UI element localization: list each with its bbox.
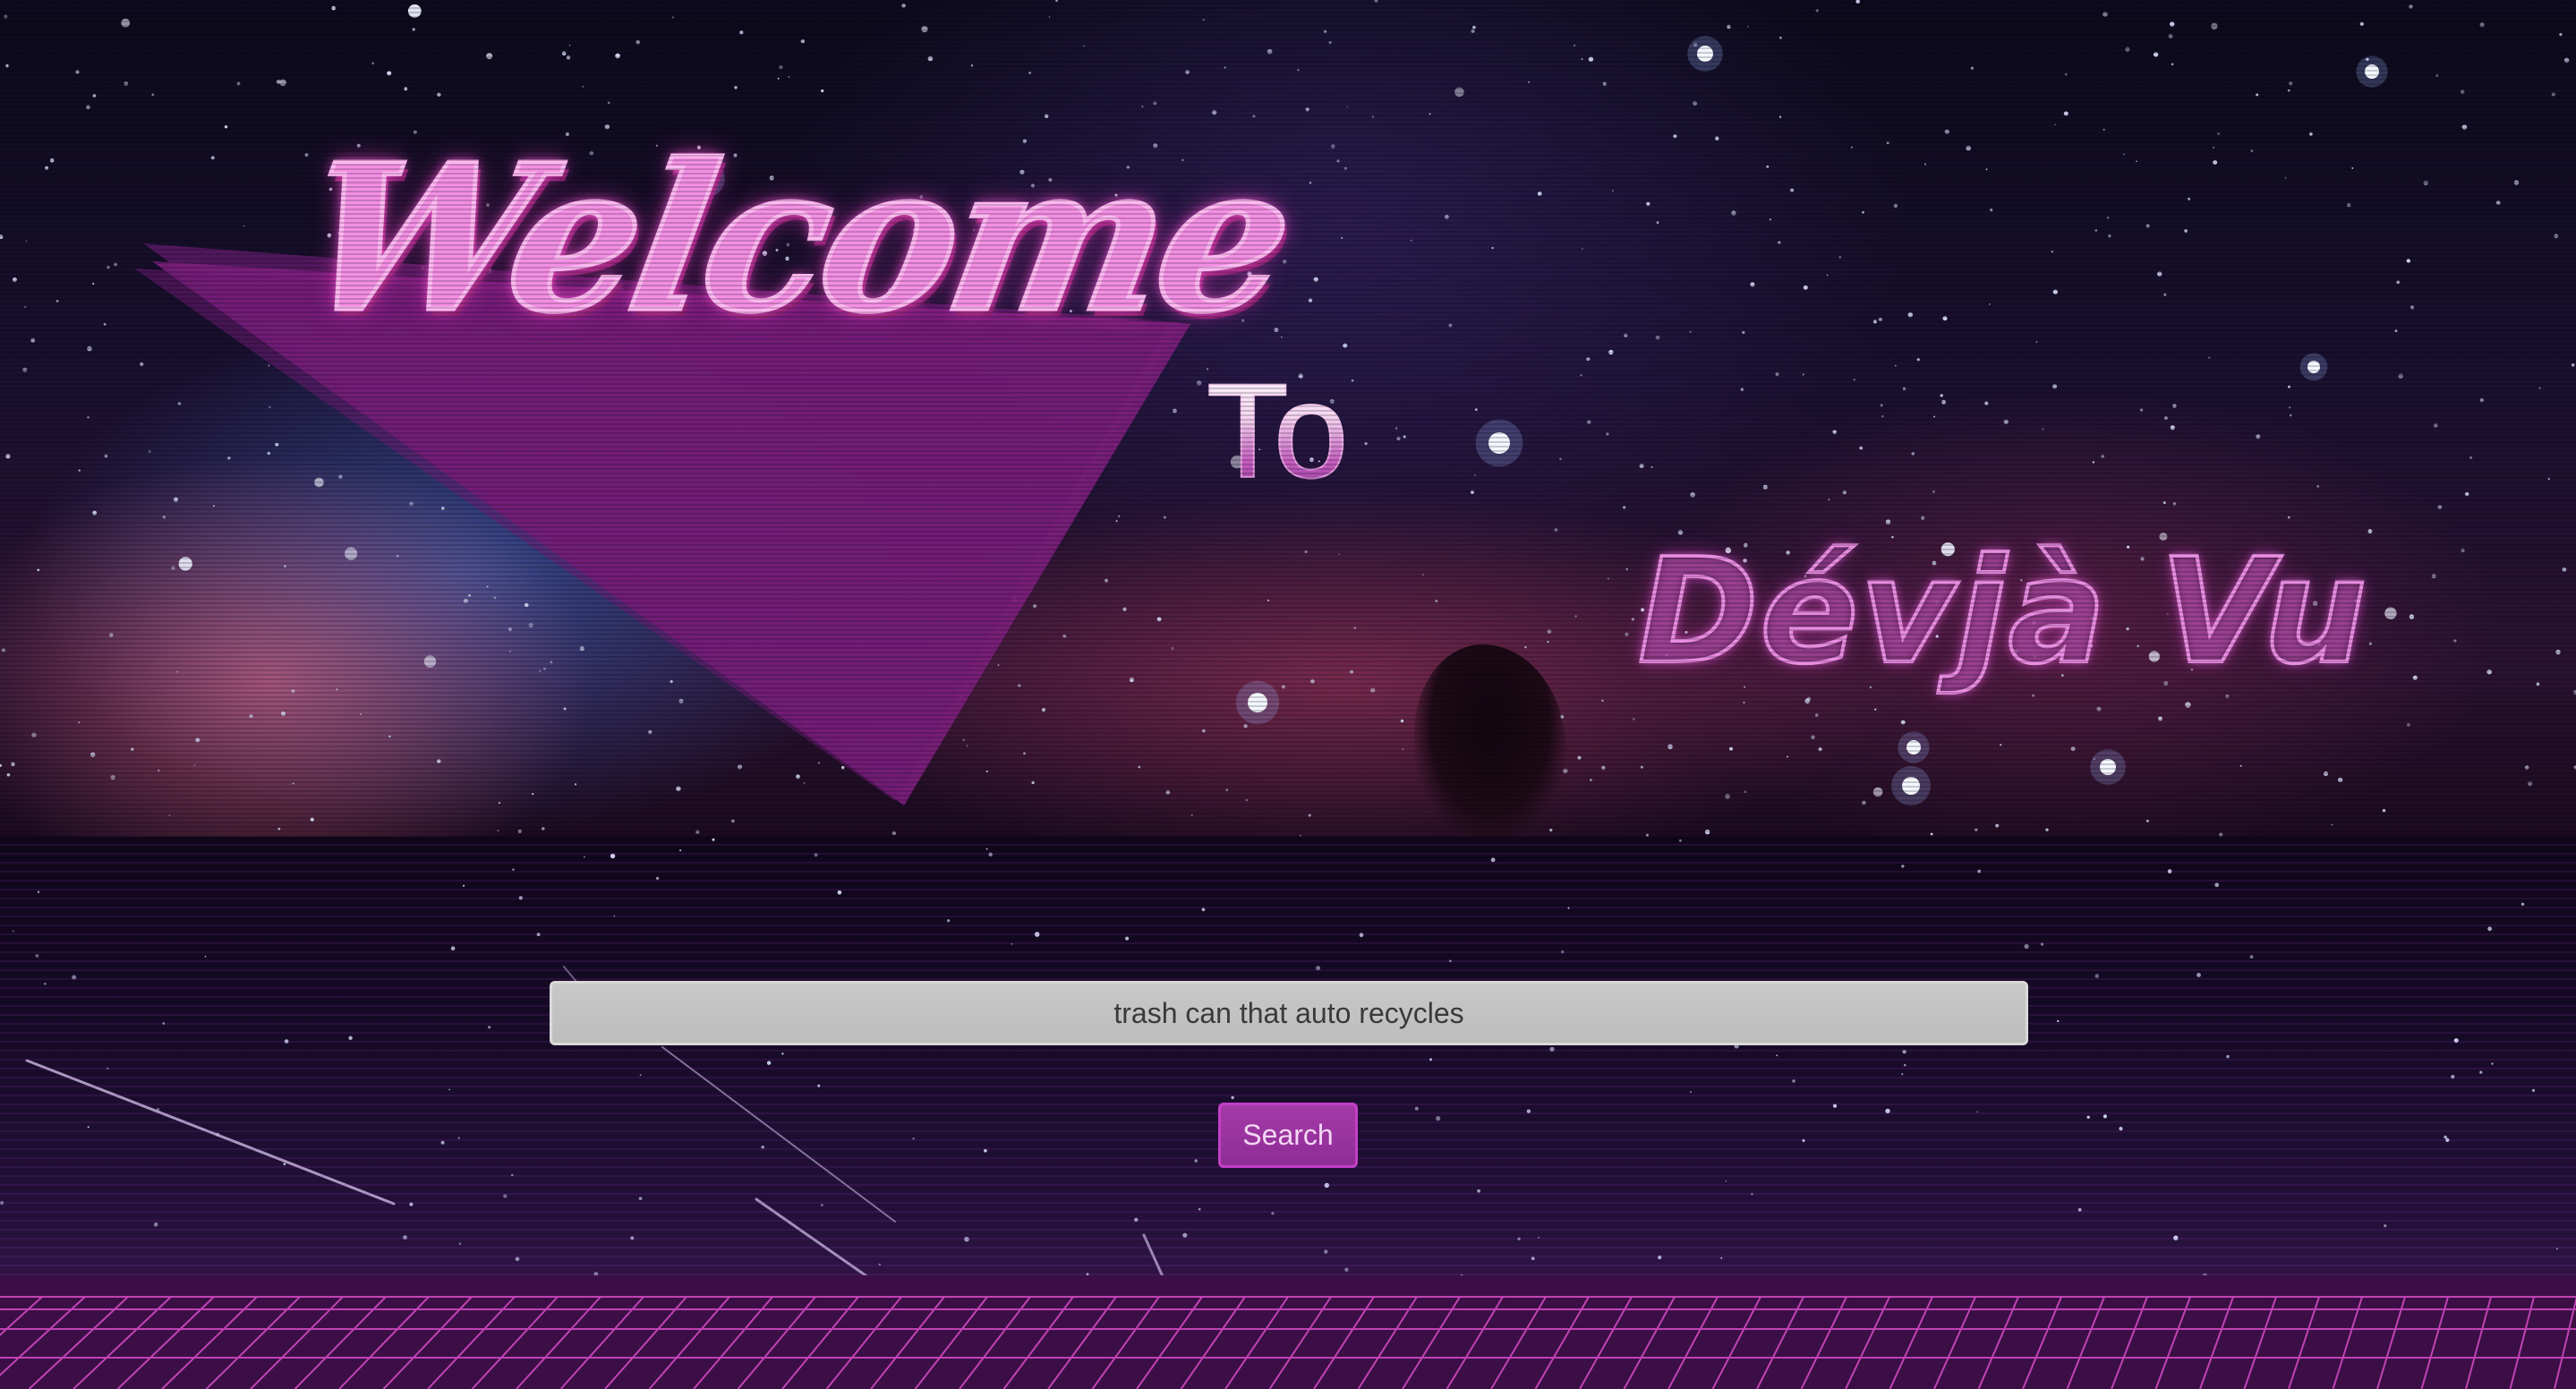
hero-section: Welcome To Dévjà Vu <box>0 0 2576 837</box>
brand-name: Dévjà Vu <box>1636 526 2369 698</box>
search-input[interactable] <box>550 981 2028 1045</box>
bright-star <box>2100 759 2116 775</box>
search-button[interactable]: Search <box>1218 1103 1358 1168</box>
synthwave-grid <box>0 1275 2576 1389</box>
landing-page: Welcome To Dévjà Vu Search <box>0 0 2576 1389</box>
bright-star <box>1488 432 1510 454</box>
bright-star <box>1906 740 1921 754</box>
bright-star <box>1902 777 1920 795</box>
to-word: To <box>1206 354 1349 508</box>
bright-star <box>2307 361 2320 373</box>
search-section: Search <box>0 837 2576 1389</box>
welcome-title: Welcome <box>286 119 1307 360</box>
grid-base <box>0 1275 2576 1389</box>
bright-star <box>2365 64 2379 79</box>
bright-star <box>1697 46 1713 62</box>
